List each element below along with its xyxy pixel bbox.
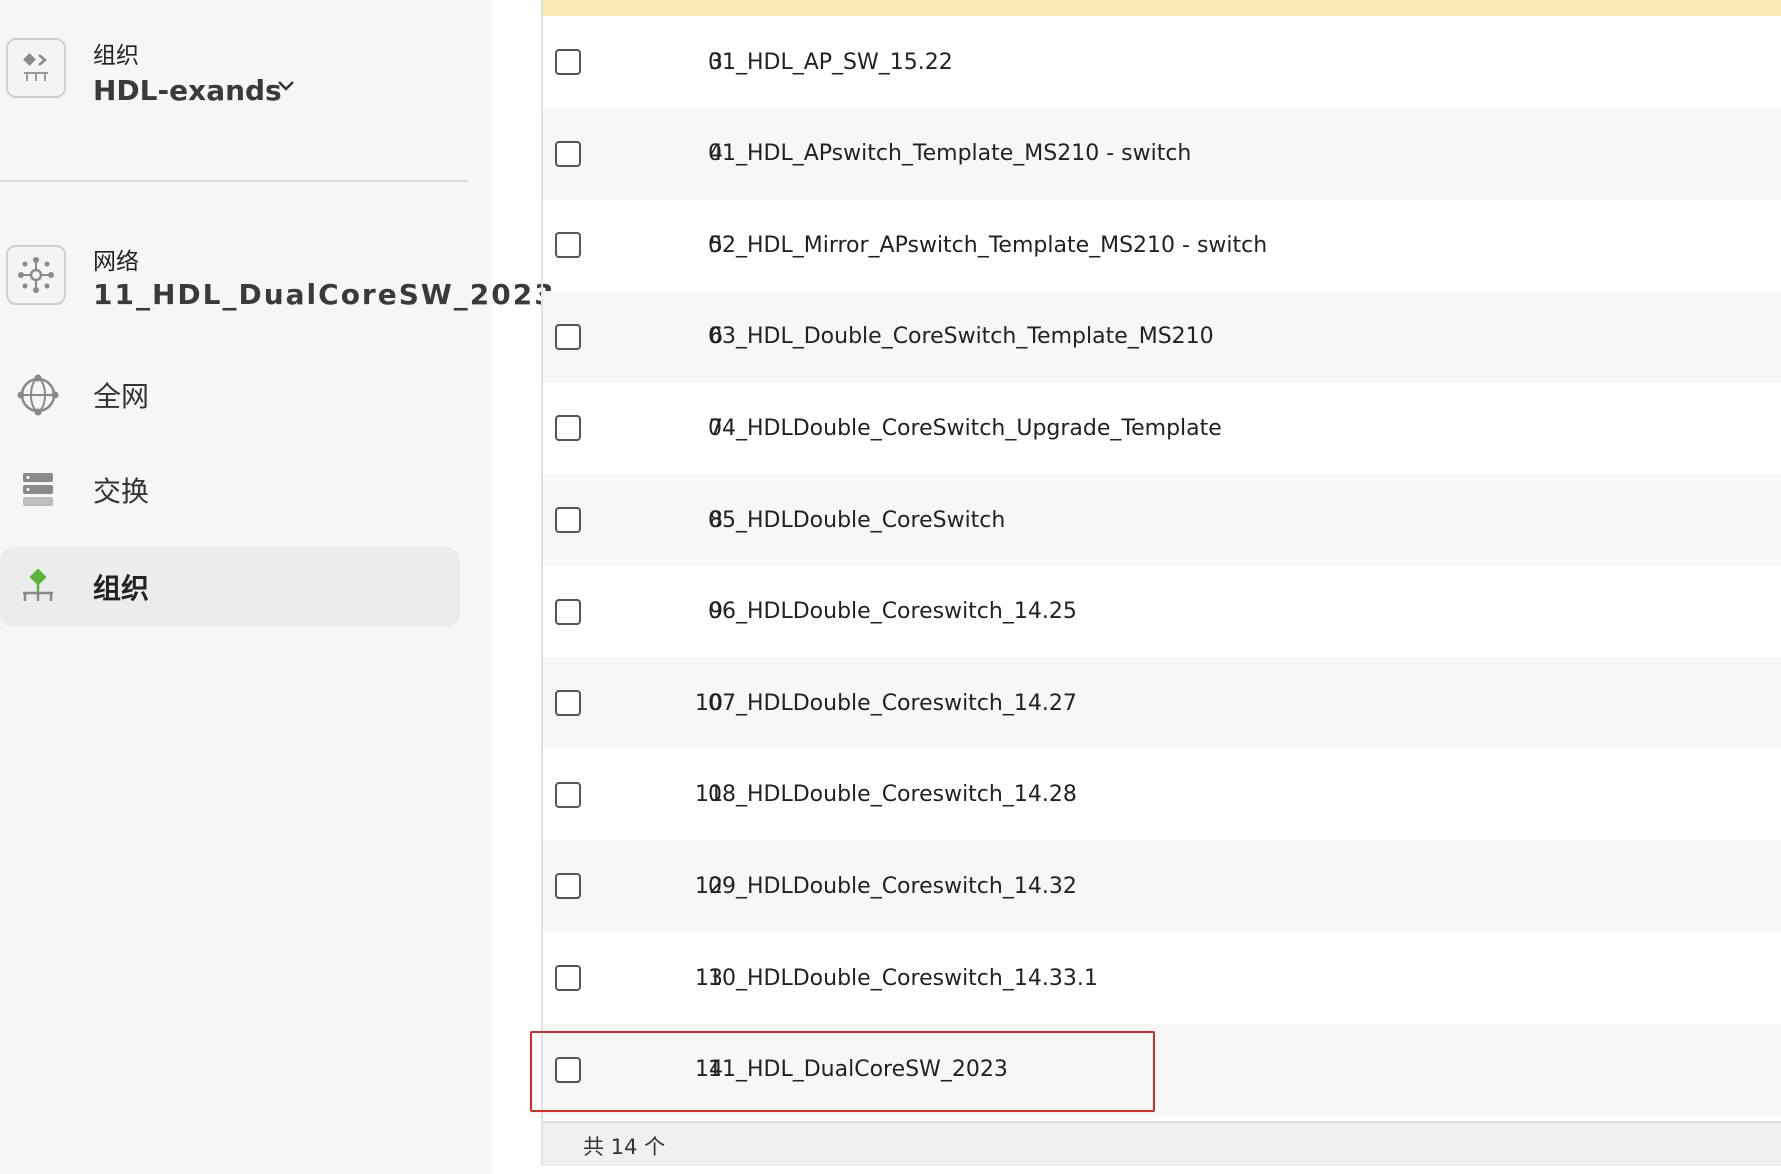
network-selector[interactable]: 11_HDL_DualCoreSW_2023 [93, 278, 556, 311]
sidebar-divider [0, 180, 468, 182]
table-row[interactable]: 10 07_HDLDouble_Coreswitch_14.27 [543, 657, 1781, 750]
table-row[interactable]: 8 05_HDLDouble_CoreSwitch [543, 474, 1781, 566]
sidebar-item-label: 全网 [93, 380, 150, 413]
row-checkbox[interactable] [555, 140, 581, 167]
network-name-link[interactable]: 05_HDLDouble_CoreSwitch [708, 508, 1005, 533]
network-name-link[interactable]: 09_HDLDouble_Coreswitch_14.32 [708, 874, 1077, 899]
table-row[interactable]: 4 01_HDL_APswitch_Template_MS210 - switch [543, 107, 1781, 200]
network-name-link[interactable]: 02_HDL_Mirror_APswitch_Template_MS210 - … [708, 233, 1267, 258]
sidebar-item-switch[interactable]: 交换 [0, 450, 460, 530]
table-row[interactable]: 12 09_HDLDouble_Coreswitch_14.32 [543, 840, 1781, 933]
row-checkbox[interactable] [555, 49, 581, 75]
network-name-link[interactable]: 10_HDLDouble_Coreswitch_14.33.1 [708, 966, 1098, 991]
row-checkbox[interactable] [555, 415, 581, 442]
network-name-link[interactable]: 06_HDLDouble_Coreswitch_14.25 [708, 599, 1077, 624]
table-header-strip [543, 0, 1781, 16]
network-name-link[interactable]: 07_HDLDouble_Coreswitch_14.27 [708, 691, 1077, 716]
org-selector[interactable]: HDL-exands [93, 74, 282, 107]
table-row[interactable]: 3 01_HDL_AP_SW_15.22 [543, 16, 1781, 108]
server-stack-icon [16, 468, 60, 512]
sidebar: 组织 HDL-exands 网络 11_HDL_DualCoreSW_2023 [0, 0, 554, 1174]
globe-icon [16, 373, 60, 417]
network-name-link[interactable]: 03_HDL_Double_CoreSwitch_Template_MS210 [708, 324, 1214, 349]
table-row[interactable]: 6 03_HDL_Double_CoreSwitch_Template_MS210 [543, 290, 1781, 383]
table-row[interactable]: 5 02_HDL_Mirror_APswitch_Template_MS210 -… [543, 199, 1781, 291]
table-row[interactable]: 7 04_HDLDouble_CoreSwitch_Upgrade_Templat… [543, 382, 1781, 474]
row-checkbox[interactable] [555, 690, 581, 717]
sidebar-item-organization[interactable]: 组织 [0, 547, 460, 627]
row-checkbox[interactable] [555, 507, 581, 533]
org-tree-icon [16, 565, 60, 609]
table-row[interactable]: 11 08_HDLDouble_Coreswitch_14.28 [543, 749, 1781, 841]
network-icon [6, 245, 66, 305]
selection-highlight [530, 1031, 1155, 1112]
row-checkbox[interactable] [555, 598, 581, 625]
row-checkbox[interactable] [555, 781, 581, 808]
table-row[interactable]: 13 10_HDLDouble_Coreswitch_14.33.1 [543, 932, 1781, 1024]
row-checkbox[interactable] [555, 873, 581, 900]
network-name-link[interactable]: 01_HDL_APswitch_Template_MS210 - switch [708, 141, 1191, 166]
network-name-link[interactable]: 04_HDLDouble_CoreSwitch_Upgrade_Template [708, 416, 1222, 441]
network-name-link[interactable]: 01_HDL_AP_SW_15.22 [708, 50, 953, 75]
chevron-down-icon[interactable] [276, 78, 296, 97]
sidebar-item-global[interactable]: 全网 [0, 355, 460, 435]
table-footer: 共 14 个 [543, 1121, 1781, 1166]
network-name-link[interactable]: 08_HDLDouble_Coreswitch_14.28 [708, 782, 1077, 807]
sidebar-item-label: 组织 [93, 572, 150, 605]
org-label: 组织 [93, 43, 139, 69]
organization-icon [6, 38, 66, 98]
sidebar-item-label: 交换 [93, 475, 150, 508]
row-checkbox[interactable] [555, 323, 581, 350]
total-count: 共 14 个 [583, 1135, 666, 1159]
network-table: 3 01_HDL_AP_SW_15.22 4 01_HDL_APswitch_Temp… [541, 0, 1781, 1166]
row-checkbox[interactable] [555, 232, 581, 259]
table-row[interactable]: 9 06_HDLDouble_Coreswitch_14.25 [543, 566, 1781, 658]
network-label: 网络 [93, 249, 139, 275]
row-checkbox[interactable] [555, 965, 581, 991]
